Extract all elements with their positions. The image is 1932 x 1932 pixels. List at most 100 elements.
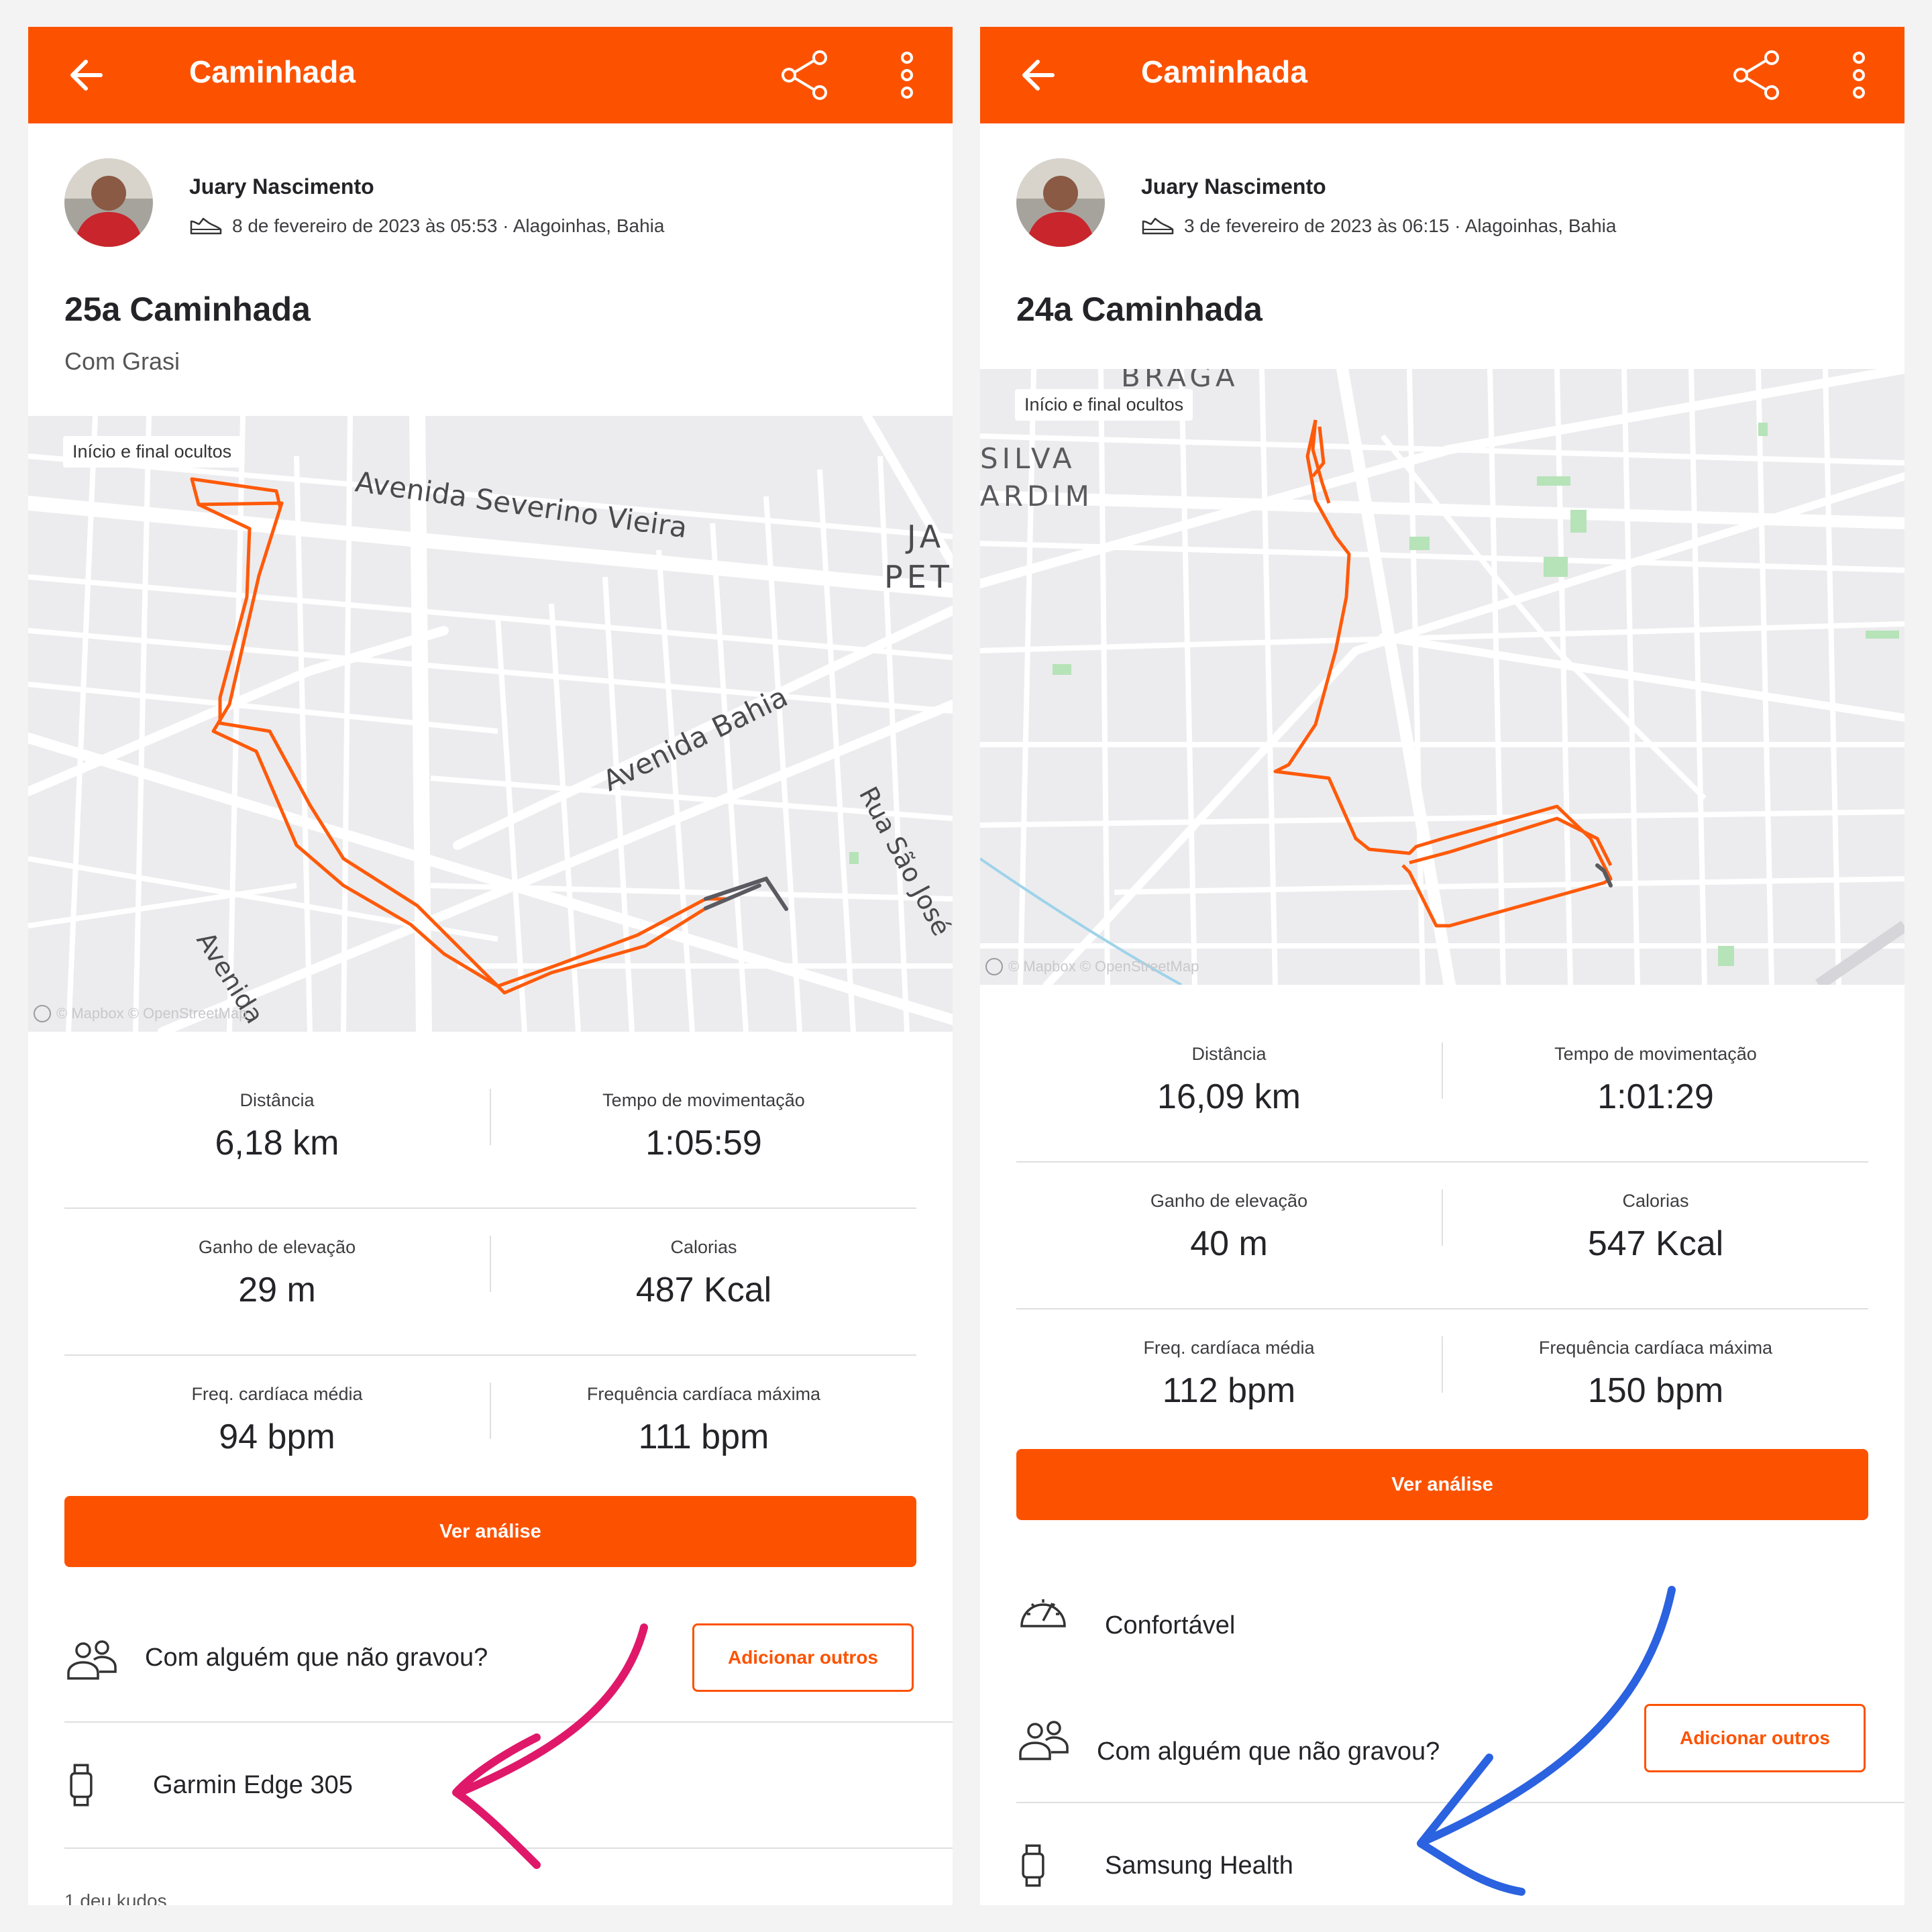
stat-distance: Distância 16,09 km xyxy=(1016,1044,1442,1117)
stat-value: 112 bpm xyxy=(1162,1371,1296,1410)
view-analysis-button[interactable]: Ver análise xyxy=(1016,1449,1868,1520)
with-others-prompt: Com alguém que não gravou? xyxy=(145,1644,488,1672)
athlete-name[interactable]: Juary Nascimento xyxy=(1141,174,1326,199)
stat-label: Frequência cardíaca máxima xyxy=(586,1384,821,1404)
group-icon xyxy=(1019,1721,1069,1760)
app-bar: Caminhada xyxy=(980,27,1904,123)
area-label: ARDIM xyxy=(980,480,1093,513)
shoe-icon xyxy=(190,217,222,235)
divider xyxy=(1016,1802,1904,1803)
device-name: Garmin Edge 305 xyxy=(153,1771,353,1799)
stat-row: Freq. cardíaca média 94 bpm Frequência ca… xyxy=(64,1356,916,1501)
app-bar-title: Caminhada xyxy=(189,54,356,89)
activity-title: 25a Caminhada xyxy=(64,290,311,328)
divider xyxy=(64,1847,953,1849)
with-others-prompt: Com alguém que não gravou? xyxy=(1097,1737,1440,1766)
stat-value: 29 m xyxy=(238,1271,316,1309)
stat-row: Distância 16,09 km Tempo de movimentação 1… xyxy=(1016,1016,1868,1163)
map-streets: BRAGA SILVA ARDIM xyxy=(980,369,1904,985)
stat-value: 16,09 km xyxy=(1157,1077,1301,1116)
stat-row: Distância 6,18 km Tempo de movimentação 1:… xyxy=(64,1062,916,1209)
stat-label: Distância xyxy=(239,1090,315,1110)
stat-row: Ganho de elevação 40 m Calorias 547 Kcal xyxy=(1016,1163,1868,1309)
stat-label: Distância xyxy=(1191,1044,1267,1064)
view-analysis-button[interactable]: Ver análise xyxy=(64,1496,916,1567)
stat-label: Ganho de elevação xyxy=(198,1237,356,1257)
stat-avg-heart-rate: Freq. cardíaca média 94 bpm xyxy=(64,1384,490,1457)
kudos-count[interactable]: 1 deu kudos xyxy=(64,1890,167,1905)
stats-grid: Distância 6,18 km Tempo de movimentação 1:… xyxy=(64,1062,916,1501)
stat-value: 1:05:59 xyxy=(645,1124,762,1163)
stat-calories: Calorias 547 Kcal xyxy=(1443,1191,1868,1264)
stat-value: 94 bpm xyxy=(219,1417,335,1456)
stat-max-heart-rate: Frequência cardíaca máxima 150 bpm xyxy=(1443,1338,1868,1411)
stat-row: Freq. cardíaca média 112 bpm Frequência c… xyxy=(1016,1309,1868,1455)
more-vertical-icon[interactable] xyxy=(894,48,920,102)
stat-moving-time: Tempo de movimentação 1:05:59 xyxy=(491,1090,916,1163)
more-vertical-icon[interactable] xyxy=(1845,48,1872,102)
stats-grid: Distância 16,09 km Tempo de movimentação 1… xyxy=(1016,1016,1868,1455)
activity-date-location: 8 de fevereiro de 2023 às 05:53 · Alagoi… xyxy=(232,215,665,236)
avatar[interactable] xyxy=(1016,158,1105,247)
stat-value: 487 Kcal xyxy=(635,1271,772,1309)
stat-value: 40 m xyxy=(1190,1224,1268,1263)
stat-value: 1:01:29 xyxy=(1597,1077,1714,1116)
privacy-label: Início e final ocultos xyxy=(1015,389,1193,421)
route-map[interactable]: BRAGA SILVA ARDIM Início e final ocultos… xyxy=(980,369,1904,985)
privacy-label: Início e final ocultos xyxy=(63,436,241,468)
share-icon[interactable] xyxy=(778,48,832,102)
stat-row: Ganho de elevação 29 m Calorias 487 Kcal xyxy=(64,1209,916,1356)
activity-meta: 3 de fevereiro de 2023 às 06:15 · Alagoi… xyxy=(1141,215,1616,237)
add-others-button[interactable]: Adicionar outros xyxy=(1644,1704,1866,1772)
avatar[interactable] xyxy=(64,158,153,247)
stat-value: 150 bpm xyxy=(1587,1371,1724,1410)
share-icon[interactable] xyxy=(1730,48,1784,102)
group-icon xyxy=(67,1640,117,1680)
stat-label: Ganho de elevação xyxy=(1150,1191,1308,1211)
stat-label: Calorias xyxy=(1622,1191,1689,1211)
mapbox-logo-icon xyxy=(34,1005,51,1022)
stat-label: Frequência cardíaca máxima xyxy=(1538,1338,1773,1358)
stat-label: Freq. cardíaca média xyxy=(191,1384,363,1404)
stat-value: 111 bpm xyxy=(638,1417,769,1456)
area-label: JA xyxy=(905,519,945,555)
gauge-icon xyxy=(1020,1599,1066,1627)
arrow-left-icon[interactable] xyxy=(1015,51,1063,99)
app-bar-title: Caminhada xyxy=(1141,54,1307,89)
stat-elevation: Ganho de elevação 29 m xyxy=(64,1237,490,1310)
watch-icon xyxy=(70,1764,93,1807)
map-attribution[interactable]: © Mapbox © OpenStreetMap xyxy=(34,1005,247,1022)
arrow-left-icon[interactable] xyxy=(63,51,111,99)
activity-description: Com Grasi xyxy=(64,347,180,375)
device-name: Samsung Health xyxy=(1105,1851,1293,1880)
stat-label: Freq. cardíaca média xyxy=(1143,1338,1315,1358)
area-label: SILVA xyxy=(980,442,1076,475)
stat-max-heart-rate: Frequência cardíaca máxima 111 bpm xyxy=(491,1384,916,1457)
stat-label: Tempo de movimentação xyxy=(1554,1044,1757,1064)
athlete-name[interactable]: Juary Nascimento xyxy=(189,174,374,199)
map-streets: Avenida Severino Vieira Avenida Bahia Ru… xyxy=(28,416,953,1032)
shoe-icon xyxy=(1142,217,1174,235)
stat-value: 547 Kcal xyxy=(1587,1224,1724,1263)
watch-icon xyxy=(1022,1844,1044,1887)
stat-elevation: Ganho de elevação 40 m xyxy=(1016,1191,1442,1264)
activity-panel-right: Caminhada Juary Nascimento 3 de fevereir… xyxy=(980,27,1904,1905)
stat-calories: Calorias 487 Kcal xyxy=(491,1237,916,1310)
app-bar: Caminhada xyxy=(28,27,953,123)
divider xyxy=(64,1721,953,1723)
route-map[interactable]: Avenida Severino Vieira Avenida Bahia Ru… xyxy=(28,416,953,1032)
stat-label: Tempo de movimentação xyxy=(602,1090,805,1110)
add-others-button[interactable]: Adicionar outros xyxy=(692,1623,914,1692)
stat-distance: Distância 6,18 km xyxy=(64,1090,490,1163)
mapbox-logo-icon xyxy=(985,958,1003,975)
perceived-exertion[interactable]: Confortável xyxy=(1105,1611,1235,1640)
map-attribution[interactable]: © Mapbox © OpenStreetMap xyxy=(985,958,1199,975)
activity-title: 24a Caminhada xyxy=(1016,290,1263,328)
stat-value: 6,18 km xyxy=(215,1124,339,1163)
activity-date-location: 3 de fevereiro de 2023 às 06:15 · Alagoi… xyxy=(1184,215,1617,236)
stat-moving-time: Tempo de movimentação 1:01:29 xyxy=(1443,1044,1868,1117)
stat-avg-heart-rate: Freq. cardíaca média 112 bpm xyxy=(1016,1338,1442,1411)
activity-panel-left: Caminhada Juary Nascimento 8 de fevereir… xyxy=(28,27,953,1905)
activity-meta: 8 de fevereiro de 2023 às 05:53 · Alagoi… xyxy=(189,215,664,237)
stat-label: Calorias xyxy=(670,1237,737,1257)
